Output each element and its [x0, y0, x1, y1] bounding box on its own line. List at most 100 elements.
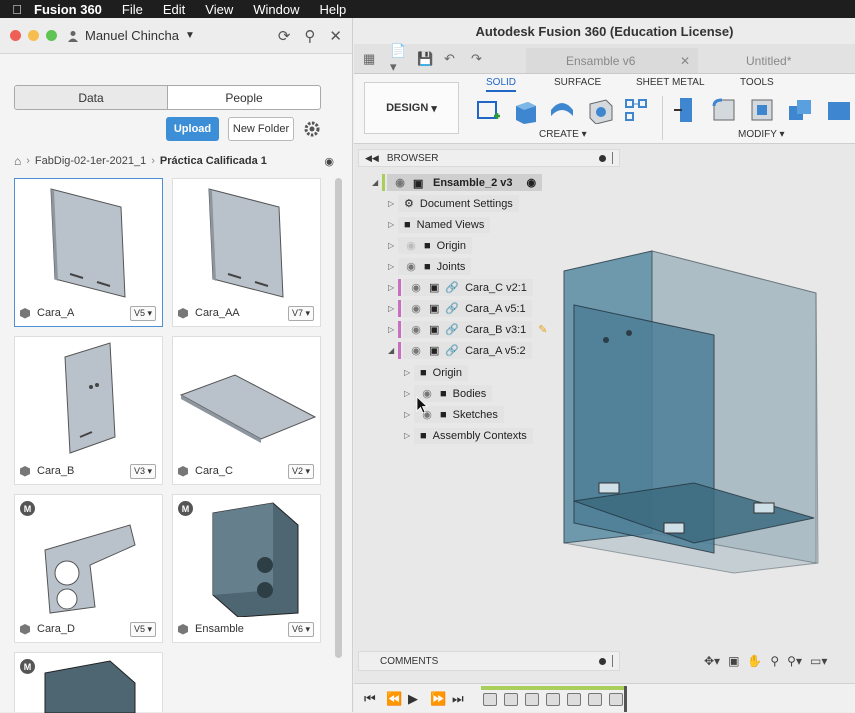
eye-icon[interactable]: ◉ [409, 302, 423, 315]
go-to-start-icon[interactable]: ⏮ [364, 691, 376, 707]
scale-icon[interactable] [824, 96, 852, 124]
zoom-icon[interactable]: ⚲ [770, 654, 779, 668]
previous-step-icon[interactable]: ⏪ [386, 691, 402, 707]
collapsed-icon[interactable]: ▷ [404, 431, 414, 440]
browser-node-named-views[interactable]: ▷ ■ Named Views [388, 215, 491, 234]
collapsed-icon[interactable]: ▷ [404, 410, 414, 419]
grid-icon[interactable]: ▦ [363, 51, 381, 67]
radio-icon[interactable]: ◉ [527, 176, 537, 189]
timeline-joint-icon[interactable] [609, 693, 623, 706]
tab-ensamble[interactable]: Ensamble v6 ✕ [526, 48, 698, 73]
browser-node-origin[interactable]: ▷ ◉ ■ Origin [388, 236, 472, 255]
pan-icon[interactable]: ✋ [747, 654, 762, 668]
modify-menu[interactable]: MODIFY ▾ [738, 129, 785, 140]
file-card-cara-a[interactable]: Cara_A V5 ▾ [14, 178, 163, 327]
eye-icon[interactable]: ◉ [409, 323, 423, 336]
browser-panel-header[interactable]: ◀◀ BROWSER [358, 149, 620, 167]
collapsed-icon[interactable]: ▷ [388, 325, 398, 334]
scrollbar[interactable] [335, 178, 342, 658]
file-icon[interactable]: 📄▾ [390, 43, 408, 74]
close-window-button[interactable] [10, 30, 21, 41]
panel-grip[interactable] [612, 152, 615, 164]
browser-node-joints[interactable]: ▷ ◉ ■ Joints [388, 257, 472, 276]
file-card-ensamble[interactable]: M Ensamble V6 ▾ [172, 494, 321, 643]
browser-node-cara-c[interactable]: ▷ ◉ ▣ 🔗 Cara_C v2:1 [388, 278, 533, 297]
close-icon[interactable]: ✕ [329, 27, 342, 45]
timeline-joint-icon[interactable] [525, 693, 539, 706]
collapsed-icon[interactable]: ▷ [388, 241, 398, 250]
combine-icon[interactable] [786, 96, 814, 124]
search-icon[interactable]: ⚲ [304, 27, 315, 45]
new-folder-button[interactable]: New Folder [228, 117, 294, 141]
eye-icon[interactable]: ◉ [409, 344, 423, 357]
file-card-cara-d[interactable]: M Cara_D V5 ▾ [14, 494, 163, 643]
tab-people[interactable]: People [168, 86, 320, 109]
version-dropdown[interactable]: V5 ▾ [129, 621, 156, 637]
tab-sheet-metal[interactable]: SHEET METAL [636, 77, 705, 88]
browser-node-document-settings[interactable]: ▷ ⚙ Document Settings [388, 194, 519, 213]
look-at-icon[interactable]: ▣ [728, 654, 739, 668]
zoom-window-icon[interactable]: ⚲▾ [787, 654, 802, 668]
tab-untitled[interactable]: Untitled* [706, 48, 855, 73]
browser-node-cara-a-1[interactable]: ▷ ◉ ▣ 🔗 Cara_A v5:1 [388, 299, 532, 318]
eye-icon[interactable]: ◉ [404, 260, 418, 273]
file-card-cara-aa[interactable]: Cara_AA V7 ▾ [172, 178, 321, 327]
collapsed-icon[interactable]: ▷ [388, 199, 398, 208]
eye-icon[interactable]: ◉ [409, 281, 423, 294]
hole-icon[interactable] [586, 96, 614, 124]
eye-hidden-icon[interactable]: ◉ [404, 239, 418, 252]
redo-icon[interactable]: ↷ [471, 51, 489, 67]
tab-data[interactable]: Data [15, 86, 168, 109]
collapsed-icon[interactable]: ▷ [388, 283, 398, 292]
apple-icon[interactable]:  [0, 2, 34, 17]
collapse-icon[interactable]: ◀◀ [365, 153, 379, 164]
app-menu[interactable]: Fusion 360 [34, 2, 102, 17]
expanded-icon[interactable]: ◢ [372, 178, 382, 187]
fillet-icon[interactable] [710, 96, 738, 124]
version-dropdown[interactable]: V5 ▾ [129, 305, 156, 321]
upload-button[interactable]: Upload [166, 117, 219, 141]
next-step-icon[interactable]: ⏩ [430, 691, 446, 707]
refresh-icon[interactable]: ⟳ [278, 27, 291, 45]
zoom-window-button[interactable] [46, 30, 57, 41]
file-card-cara-b[interactable]: Cara_B V3 ▾ [14, 336, 163, 485]
version-dropdown[interactable]: V7 ▾ [287, 305, 314, 321]
pattern-icon[interactable] [622, 96, 650, 124]
workspace-switcher[interactable]: DESIGN ▾ [364, 82, 459, 134]
user-menu[interactable]: Manuel Chincha ▼ [67, 28, 195, 43]
press-pull-icon[interactable] [672, 96, 700, 124]
expanded-icon[interactable]: ◢ [388, 346, 398, 355]
collapsed-icon[interactable]: ▷ [404, 368, 414, 377]
browser-node-sub-origin[interactable]: ▷ ■ Origin [404, 363, 468, 382]
extrude-icon[interactable] [512, 96, 540, 124]
browser-node-assembly-contexts[interactable]: ▷ ■ Assembly Contexts [404, 426, 533, 445]
tab-tools[interactable]: TOOLS [740, 77, 774, 88]
browser-root[interactable]: ◢ ◉ ▣ Ensamble_2 v3 ◉ [372, 173, 543, 192]
pin-icon[interactable] [599, 657, 606, 665]
tab-surface[interactable]: SURFACE [554, 77, 601, 88]
version-dropdown[interactable]: V3 ▾ [129, 463, 156, 479]
go-to-end-icon[interactable]: ⏭ [452, 691, 464, 707]
breadcrumb-parent[interactable]: FabDig-02-1er-2021_1 [35, 155, 146, 167]
collapsed-icon[interactable]: ▷ [388, 262, 398, 271]
version-dropdown[interactable]: V6 ▾ [287, 621, 314, 637]
undo-icon[interactable]: ↶ [444, 51, 462, 67]
3d-viewport[interactable] [544, 243, 834, 583]
menu-edit[interactable]: Edit [163, 2, 185, 17]
version-dropdown[interactable]: V2 ▾ [287, 463, 314, 479]
collapsed-icon[interactable]: ▷ [388, 220, 398, 229]
orbit-icon[interactable]: ✥▾ [704, 654, 720, 668]
menu-help[interactable]: Help [319, 2, 346, 17]
globe-icon[interactable]: ◉ [324, 155, 334, 168]
timeline-joint-icon[interactable] [483, 693, 497, 706]
comments-panel-header[interactable]: COMMENTS [358, 651, 620, 671]
file-card-cara-c[interactable]: Cara_C V2 ▾ [172, 336, 321, 485]
create-sketch-icon[interactable] [474, 96, 502, 124]
home-icon[interactable]: ⌂ [14, 154, 21, 168]
gear-icon[interactable] [302, 119, 322, 139]
pin-icon[interactable] [599, 154, 606, 162]
browser-node-cara-a-2[interactable]: ◢ ◉ ▣ 🔗 Cara_A v5:2 [388, 341, 532, 360]
browser-node-cara-b[interactable]: ▷ ◉ ▣ 🔗 Cara_B v3:1 ✎ [388, 320, 547, 339]
file-card-partial[interactable]: M [14, 652, 163, 713]
minimize-window-button[interactable] [28, 30, 39, 41]
